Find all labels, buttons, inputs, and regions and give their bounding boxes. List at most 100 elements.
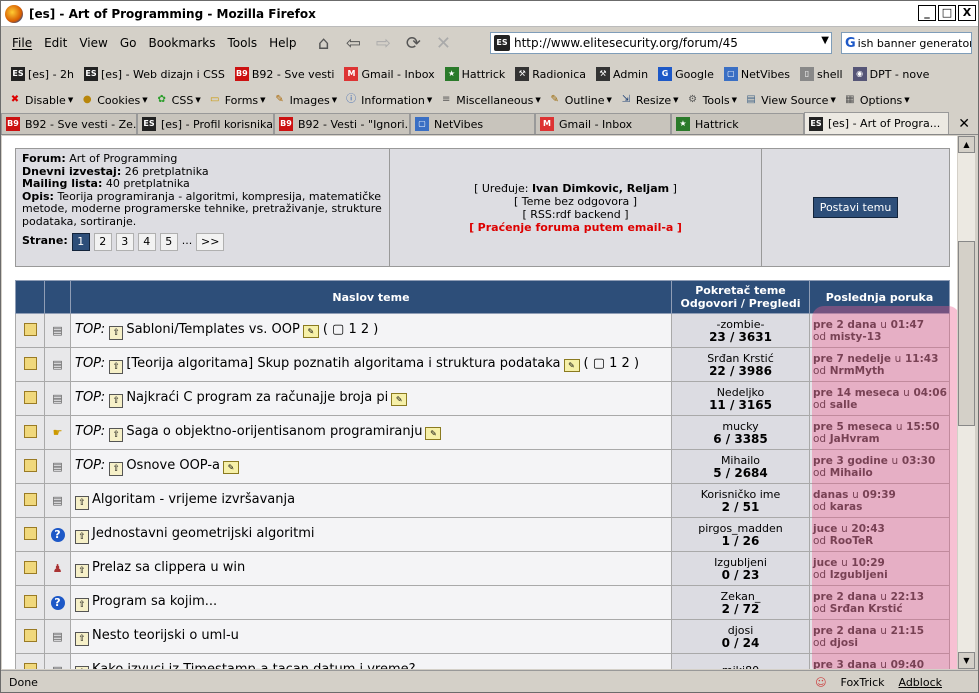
- table-row[interactable]: ? ⇧ Program sa kojim... Zekan_ 2 / 72 pre 2 d…: [15, 585, 950, 620]
- go-to-new-icon[interactable]: ⇧: [75, 665, 89, 669]
- go-to-new-icon[interactable]: ⇧: [75, 495, 89, 510]
- table-row[interactable]: ▤ TOP: ⇧ Najkraći C program za računajje b…: [15, 381, 950, 416]
- topic-title-cell[interactable]: ⇧ Program sa kojim...: [70, 585, 672, 620]
- starter-name[interactable]: -zombie-: [672, 318, 809, 331]
- devtool-4[interactable]: ✎ Images ▼: [273, 93, 337, 107]
- topic-link[interactable]: [Teorija algoritama] Skup poznatih algor…: [126, 356, 560, 371]
- rss-link[interactable]: [ RSS:rdf backend ]: [522, 208, 628, 221]
- table-row[interactable]: ▤ TOP: ⇧ [Teorija algoritama] Skup poznati…: [15, 347, 950, 382]
- foxtrick-icon[interactable]: ☺: [815, 676, 826, 689]
- devtool-5[interactable]: ⓘ Information ▼: [344, 93, 432, 107]
- topic-title-cell[interactable]: TOP: ⇧ Saga o objektno-orijentisanom prog…: [70, 415, 672, 450]
- table-row[interactable]: ▤ ⇧ Nesto teorijski o uml-u djosi 0 / 24 pre …: [15, 619, 950, 654]
- page-4-button[interactable]: 4: [137, 232, 156, 251]
- go-to-new-icon[interactable]: ⇧: [109, 359, 124, 374]
- search-bar[interactable]: G ish banner generator: [841, 32, 972, 54]
- menu-edit[interactable]: Edit: [44, 36, 67, 50]
- bookmark-7[interactable]: G Google: [658, 67, 714, 81]
- starter-name[interactable]: Nedeljko: [672, 386, 809, 399]
- go-to-new-icon[interactable]: ⇧: [75, 563, 89, 578]
- go-to-new-icon[interactable]: ⇧: [109, 461, 124, 476]
- vertical-scrollbar[interactable]: ▲ ▼: [958, 136, 975, 669]
- topic-title-cell[interactable]: TOP: ⇧ Osnove OOP-a ✎: [70, 449, 672, 484]
- devtool-10[interactable]: ▤ View Source ▼: [744, 93, 836, 107]
- topic-title-cell[interactable]: TOP: ⇧ Najkraći C program za računajje br…: [70, 381, 672, 416]
- go-to-new-icon[interactable]: ⇧: [109, 393, 124, 408]
- last-post-user[interactable]: salle: [830, 399, 858, 411]
- url-text[interactable]: http://www.elitesecurity.org/forum/45: [514, 36, 738, 50]
- starter-name[interactable]: djosi: [672, 624, 809, 637]
- table-row[interactable]: ☛ TOP: ⇧ Saga o objektno-orijentisanom pro…: [15, 415, 950, 450]
- header-last-post[interactable]: Poslednja poruka: [809, 280, 950, 314]
- tab-close-icon[interactable]: ✕: [958, 116, 970, 132]
- table-row[interactable]: ▤ ⇧ Algoritam - vrijeme izvršavanja Korisni…: [15, 483, 950, 518]
- topic-link[interactable]: Jednostavni geometrijski algoritmi: [92, 526, 314, 541]
- topic-title-cell[interactable]: ⇧ Nesto teorijski o uml-u: [70, 619, 672, 654]
- page-2-button[interactable]: 2: [93, 232, 112, 251]
- tab-5[interactable]: ★ Hattrick: [671, 113, 804, 134]
- last-post-user[interactable]: JaHvram: [830, 433, 880, 445]
- page-3-button[interactable]: 3: [115, 232, 134, 251]
- url-dropdown-icon[interactable]: ▼: [821, 35, 829, 46]
- home-icon[interactable]: ⌂: [310, 31, 336, 55]
- topic-link[interactable]: Saga o objektno-orijentisanom programira…: [126, 424, 422, 439]
- post-topic-button[interactable]: Postavi temu: [812, 197, 899, 218]
- devtool-7[interactable]: ✎ Outline ▼: [548, 93, 612, 107]
- menu-help[interactable]: Help: [269, 36, 296, 50]
- reload-icon[interactable]: ⟳: [400, 31, 426, 55]
- topic-link[interactable]: Sabloni/Templates vs. OOP: [126, 322, 300, 337]
- topic-title-cell[interactable]: ⇧Kako izvuci iz Timestamp-a tacan datum …: [70, 653, 672, 670]
- minimize-button[interactable]: _: [918, 5, 936, 21]
- go-to-new-icon[interactable]: ⇧: [109, 427, 124, 442]
- devtool-6[interactable]: ≡ Miscellaneous ▼: [439, 93, 541, 107]
- back-arrow-icon[interactable]: ⇦: [340, 31, 366, 55]
- tab-4[interactable]: M Gmail - Inbox: [535, 113, 671, 134]
- google-search-icon[interactable]: G: [845, 36, 856, 51]
- starter-name[interactable]: Zekan_: [672, 590, 809, 603]
- close-button[interactable]: X: [958, 5, 976, 21]
- adblock-label[interactable]: Adblock: [898, 676, 942, 689]
- starter-name[interactable]: Korisničko ime: [672, 488, 809, 501]
- starter-name[interactable]: mucky: [672, 420, 809, 433]
- last-post-user[interactable]: Izgubljeni: [830, 569, 888, 581]
- bookmark-9[interactable]: ▯ shell: [800, 67, 843, 81]
- menu-go[interactable]: Go: [120, 36, 137, 50]
- page-1-button[interactable]: 1: [71, 232, 90, 251]
- menu-bookmarks[interactable]: Bookmarks: [148, 36, 215, 50]
- devtool-11[interactable]: ▦ Options ▼: [843, 93, 910, 107]
- bookmark-8[interactable]: ▢ NetVibes: [723, 67, 790, 81]
- topic-link[interactable]: Kako izvuci iz Timestamp-a tacan datum i…: [92, 662, 416, 670]
- starter-name[interactable]: Mihailo: [672, 454, 809, 467]
- starter-name[interactable]: Srđan Krstić: [672, 352, 809, 365]
- scroll-thumb[interactable]: [958, 241, 975, 426]
- starter-name[interactable]: Izgubljeni: [672, 556, 809, 569]
- menu-view[interactable]: View: [79, 36, 107, 50]
- bookmark-1[interactable]: ES [es] - Web dizajn i CSS: [84, 67, 225, 81]
- topic-title-cell[interactable]: ⇧ Algoritam - vrijeme izvršavanja: [70, 483, 672, 518]
- maximize-button[interactable]: □: [938, 5, 956, 21]
- last-post-user[interactable]: NrmMyth: [830, 365, 885, 377]
- bookmark-6[interactable]: ⚒ Admin: [596, 67, 648, 81]
- header-title[interactable]: Naslov teme: [70, 280, 672, 314]
- go-to-new-icon[interactable]: ⇧: [109, 325, 124, 340]
- tab-6[interactable]: ES [es] - Art of Progra...: [804, 112, 949, 134]
- devtool-8[interactable]: ⇲ Resize ▼: [619, 93, 679, 107]
- devtool-3[interactable]: ▭ Forms ▼: [208, 93, 266, 107]
- go-to-new-icon[interactable]: ⇧: [75, 597, 89, 612]
- unanswered-topics-link[interactable]: [ Teme bez odgovora ]: [514, 195, 637, 208]
- topic-title-cell[interactable]: TOP: ⇧ Sabloni/Templates vs. OOP ✎ ( ▢ 1 2 …: [70, 313, 672, 348]
- table-row[interactable]: ▤ TOP: ⇧ Sabloni/Templates vs. OOP ✎ ( ▢ 1 2…: [15, 313, 950, 348]
- header-starter[interactable]: Pokretač teme Odgovori / Pregledi: [671, 280, 810, 314]
- page-5-button[interactable]: 5: [159, 232, 178, 251]
- forward-arrow-icon[interactable]: ⇨: [370, 31, 396, 55]
- stop-icon[interactable]: ✕: [430, 31, 456, 55]
- last-post-user[interactable]: RooTeR: [830, 535, 874, 547]
- last-post-user[interactable]: djosi: [830, 637, 858, 649]
- go-to-new-icon[interactable]: ⇧: [75, 529, 89, 544]
- devtool-0[interactable]: ✖ Disable ▼: [8, 93, 73, 107]
- tab-2[interactable]: B9 B92 - Vesti - "Ignori...: [274, 113, 410, 134]
- url-bar[interactable]: ES http://www.elitesecurity.org/forum/45…: [490, 32, 832, 54]
- topic-link[interactable]: Nesto teorijski o uml-u: [92, 628, 239, 643]
- menu-tools[interactable]: Tools: [228, 36, 258, 50]
- starter-name[interactable]: miki80: [672, 664, 809, 669]
